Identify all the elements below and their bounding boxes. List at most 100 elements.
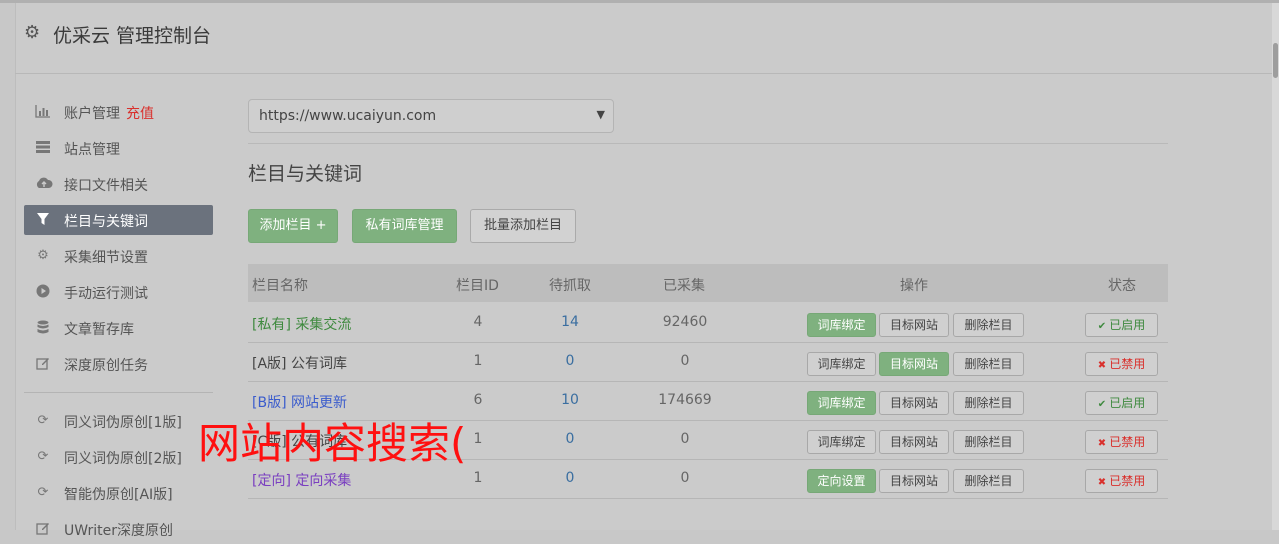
status-toggle-button[interactable]: ✖ 已禁用 <box>1085 469 1158 493</box>
sidebar-item-synonym-v2[interactable]: ⟳ 同义词伪原创[2版] <box>24 442 213 472</box>
sidebar-item-manual-run[interactable]: 手动运行测试 <box>24 277 213 307</box>
target-site-button[interactable]: 目标网站 <box>879 391 949 415</box>
directed-settings-button[interactable]: 定向设置 <box>807 469 876 493</box>
lexicon-bind-button[interactable]: 词库绑定 <box>807 313 876 337</box>
column-id: 1 <box>473 353 483 369</box>
sidebar-item-collect-settings[interactable]: ⚙ 采集细节设置 <box>24 241 213 271</box>
delete-column-button[interactable]: 删除栏目 <box>953 469 1024 493</box>
sidebar-item-article-store[interactable]: 文章暂存库 <box>24 313 213 343</box>
pending-count: 14 <box>561 314 579 330</box>
collected-count: 0 <box>680 431 690 447</box>
refresh-icon: ⟳ <box>37 413 49 428</box>
column-name-link[interactable]: [B版] 网站更新 <box>252 392 347 412</box>
scrollbar-thumb[interactable] <box>1273 43 1278 78</box>
pending-count: 0 <box>565 470 575 486</box>
app-title: 优采云 管理控制台 <box>53 25 212 47</box>
add-column-button[interactable]: 添加栏目 + <box>248 209 338 243</box>
status-label: 已启用 <box>1109 318 1146 332</box>
sidebar-item-synonym-v1[interactable]: ⟳ 同义词伪原创[1版] <box>24 406 213 436</box>
sidebar-item-label: 文章暂存库 <box>64 322 134 338</box>
sidebar-item-label: 采集细节设置 <box>64 250 148 266</box>
pending-count: 0 <box>565 431 575 447</box>
collected-count: 0 <box>680 353 690 369</box>
bar-chart-icon <box>35 104 51 120</box>
status-toggle-button[interactable]: ✔ 已启用 <box>1085 391 1158 415</box>
status-label: 已禁用 <box>1109 357 1146 371</box>
col-header-actions: 操作 <box>900 278 928 294</box>
collected-count: 174669 <box>658 392 712 408</box>
gears-icon: ⚙ <box>37 248 49 263</box>
sidebar-item-label: 智能伪原创[AI版] <box>64 487 173 503</box>
edit-icon <box>35 356 51 372</box>
sidebar-item-uwriter[interactable]: UWriter深度原创 <box>24 514 213 544</box>
sidebar-item-label: 栏目与关键词 <box>64 214 148 230</box>
column-name-link[interactable]: [私有] 采集交流 <box>252 314 351 334</box>
sidebar-item-label: 站点管理 <box>64 142 120 158</box>
bulk-add-columns-button[interactable]: 批量添加栏目 <box>470 209 576 243</box>
table-row: [私有] 采集交流 4 14 92460 词库绑定 目标网站 删除栏目 ✔ 已启用 <box>248 303 1168 343</box>
site-select[interactable]: https://www.ucaiyun.com ▼ <box>248 99 614 133</box>
column-id: 4 <box>473 314 483 330</box>
table-row: [A版] 公有词库 1 0 0 词库绑定 目标网站 删除栏目 ✖ 已禁用 <box>248 342 1168 382</box>
delete-column-button[interactable]: 删除栏目 <box>953 313 1024 337</box>
times-icon: ✖ <box>1097 438 1110 449</box>
sidebar-item-label: UWriter深度原创 <box>64 523 173 539</box>
sidebar-item-label: 接口文件相关 <box>64 178 148 194</box>
times-icon: ✖ <box>1097 477 1110 488</box>
lexicon-bind-button[interactable]: 词库绑定 <box>807 430 876 454</box>
server-icon <box>35 140 51 156</box>
collected-count: 92460 <box>662 314 708 330</box>
refresh-icon: ⟳ <box>37 449 49 464</box>
pending-count: 0 <box>565 353 575 369</box>
column-id: 6 <box>473 392 483 408</box>
status-label: 已启用 <box>1109 396 1146 410</box>
site-select-value: https://www.ucaiyun.com <box>259 108 437 124</box>
sidebar-item-columns-keywords[interactable]: 栏目与关键词 <box>24 205 213 235</box>
filter-icon <box>35 212 51 228</box>
sidebar-item-label: 账户管理 <box>64 106 120 122</box>
sidebar-item-account[interactable]: 账户管理 充值 <box>24 97 213 127</box>
lexicon-bind-button[interactable]: 词库绑定 <box>807 391 876 415</box>
sidebar-item-ai-rewrite[interactable]: ⟳ 智能伪原创[AI版] <box>24 478 213 508</box>
status-label: 已禁用 <box>1109 435 1146 449</box>
lexicon-bind-button[interactable]: 词库绑定 <box>807 352 876 376</box>
target-site-button[interactable]: 目标网站 <box>879 352 949 376</box>
sidebar-item-interface-files[interactable]: 接口文件相关 <box>24 169 213 199</box>
recharge-link[interactable]: 充值 <box>126 106 154 122</box>
col-header-name: 栏目名称 <box>252 278 308 294</box>
delete-column-button[interactable]: 删除栏目 <box>953 352 1024 376</box>
edit-icon <box>35 521 51 537</box>
page-scrollbar[interactable] <box>1272 3 1279 530</box>
target-site-button[interactable]: 目标网站 <box>879 469 949 493</box>
col-header-status: 状态 <box>1108 278 1136 294</box>
target-site-button[interactable]: 目标网站 <box>879 313 949 337</box>
refresh-icon: ⟳ <box>37 485 49 500</box>
delete-column-button[interactable]: 删除栏目 <box>953 430 1024 454</box>
cloud-upload-icon <box>35 176 53 192</box>
status-label: 已禁用 <box>1109 474 1146 488</box>
sidebar-item-label: 深度原创任务 <box>64 358 148 374</box>
private-lexicon-button[interactable]: 私有词库管理 <box>352 209 457 243</box>
check-icon: ✔ <box>1097 321 1110 332</box>
page-title: 栏目与关键词 <box>248 163 363 185</box>
gear-icon[interactable]: ⚙ <box>24 23 44 43</box>
column-name-link[interactable]: [A版] 公有词库 <box>252 353 347 373</box>
status-toggle-button[interactable]: ✔ 已启用 <box>1085 313 1158 337</box>
col-header-pending: 待抓取 <box>549 278 591 294</box>
sidebar-item-deep-original[interactable]: 深度原创任务 <box>24 349 213 379</box>
pending-count: 10 <box>561 392 579 408</box>
target-site-button[interactable]: 目标网站 <box>879 430 949 454</box>
status-toggle-button[interactable]: ✖ 已禁用 <box>1085 352 1158 376</box>
sidebar-item-sites[interactable]: 站点管理 <box>24 133 213 163</box>
chevron-down-icon: ▼ <box>596 108 605 121</box>
app-header: ⚙ 优采云 管理控制台 <box>15 3 1272 74</box>
column-id: 1 <box>473 470 483 486</box>
column-name-link[interactable]: [定向] 定向采集 <box>252 470 351 490</box>
col-header-id: 栏目ID <box>456 278 499 294</box>
table-header: 栏目名称 栏目ID 待抓取 已采集 操作 状态 <box>248 264 1168 302</box>
delete-column-button[interactable]: 删除栏目 <box>953 391 1024 415</box>
times-icon: ✖ <box>1097 360 1110 371</box>
database-icon <box>35 320 51 336</box>
play-circle-icon <box>35 284 51 300</box>
status-toggle-button[interactable]: ✖ 已禁用 <box>1085 430 1158 454</box>
